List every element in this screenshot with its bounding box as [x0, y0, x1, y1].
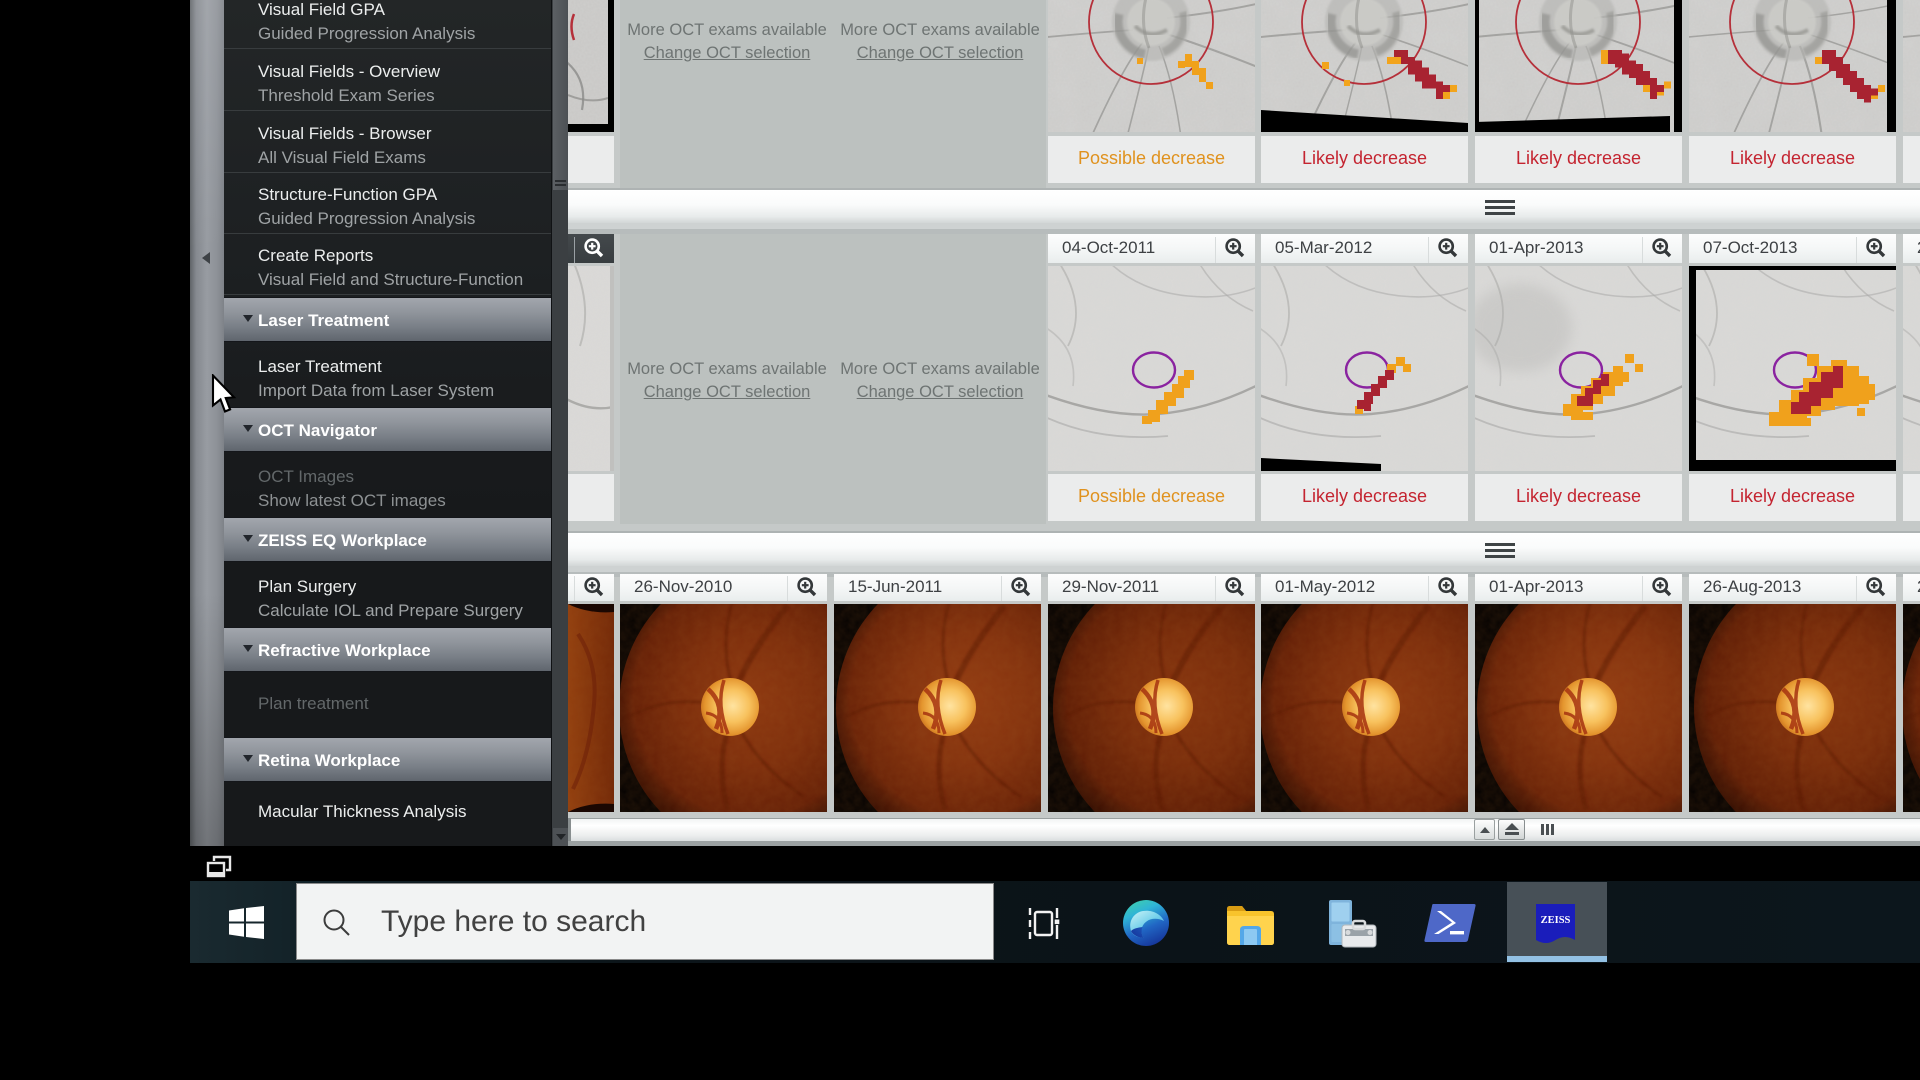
svg-text:ZEISS: ZEISS — [1541, 915, 1571, 926]
